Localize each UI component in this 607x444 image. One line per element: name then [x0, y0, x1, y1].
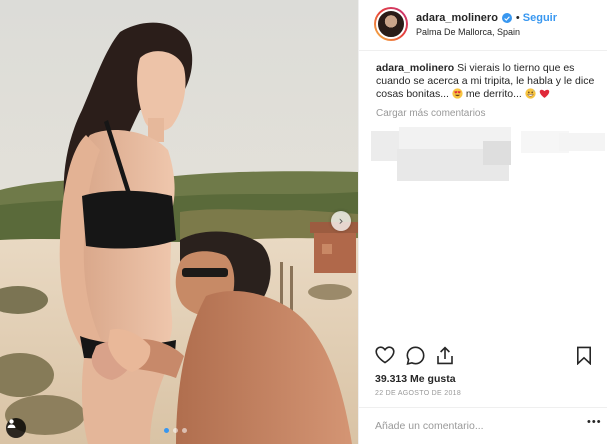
post-photo[interactable]: › [0, 0, 358, 444]
username-row: adara_molinero • Seguir [416, 12, 557, 24]
carousel-dot [173, 428, 178, 433]
chevron-right-icon: › [338, 214, 344, 228]
comment-bubble-icon[interactable] [406, 346, 425, 365]
share-icon[interactable] [436, 346, 454, 365]
caption-comment: adara_molinero Si vierais lo tierno que … [376, 62, 600, 101]
carousel-indicator [164, 428, 187, 433]
blurred-comments-region [371, 125, 607, 183]
user-tag-icon [7, 419, 16, 428]
tagged-users-button[interactable] [6, 418, 26, 438]
add-comment-bar: ••• [359, 407, 607, 444]
carousel-dot [182, 428, 187, 433]
avatar[interactable] [374, 7, 408, 41]
follow-button[interactable]: Seguir [523, 12, 557, 24]
carousel-dot [164, 428, 169, 433]
more-options-button[interactable]: ••• [587, 416, 602, 428]
post-actions-bar [375, 346, 595, 366]
verified-badge-icon [501, 13, 512, 23]
blurred-block [559, 133, 605, 151]
heart-outline-icon[interactable] [375, 346, 395, 364]
red-heart-emoji [539, 89, 549, 98]
bookmark-icon[interactable] [576, 346, 592, 365]
load-more-comments-link[interactable]: Cargar más comentarios [376, 108, 485, 119]
caption-username[interactable]: adara_molinero [376, 62, 454, 74]
avatar-image [376, 9, 406, 39]
post-side-panel: adara_molinero • Seguir Palma De Mallorc… [358, 0, 607, 444]
likes-count[interactable]: 39.313 Me gusta [375, 373, 456, 385]
blurred-block [483, 141, 511, 165]
username-link[interactable]: adara_molinero [416, 12, 498, 24]
separator-bullet: • [515, 12, 520, 24]
post-date: 22 DE AGOSTO DE 2018 [375, 390, 462, 397]
carousel-next-button[interactable]: › [331, 211, 351, 231]
comment-input[interactable] [375, 418, 575, 434]
location-link[interactable]: Palma De Mallorca, Spain [416, 27, 520, 37]
post-header: adara_molinero • Seguir Palma De Mallorc… [359, 0, 607, 51]
beach-couple-photo [0, 0, 358, 444]
caption-text-end: me derrito... [465, 88, 522, 100]
heart-eyes-emoji [452, 88, 463, 99]
grinning-sweat-emoji [525, 88, 536, 99]
